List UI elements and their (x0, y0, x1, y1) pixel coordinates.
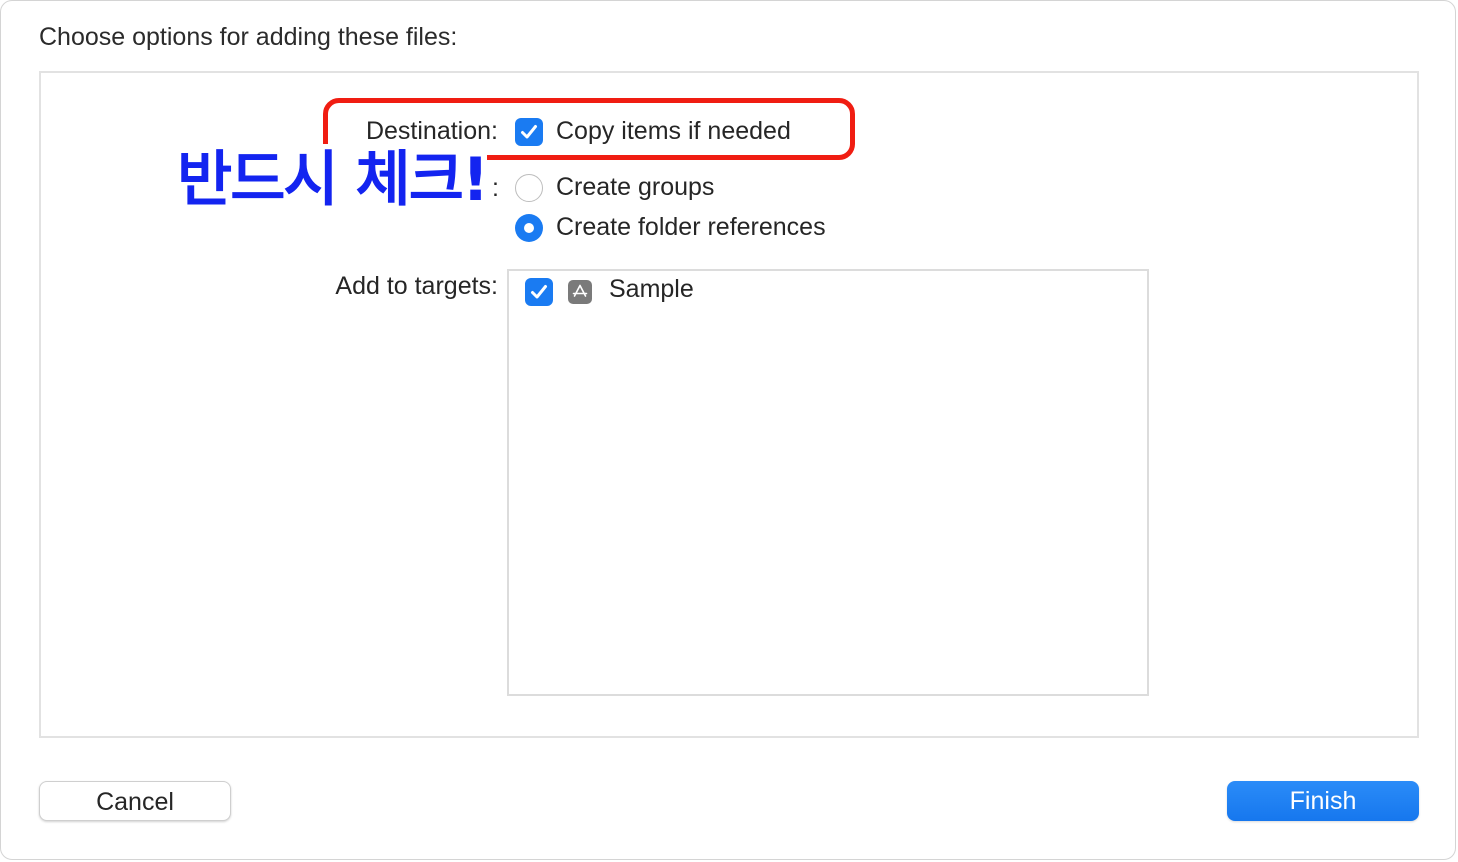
annotation-text: 반드시 체크! (177, 144, 487, 216)
dialog-title: Choose options for adding these files: (39, 23, 458, 51)
app-target-icon (568, 280, 592, 304)
add-to-targets-label: Add to targets: (335, 272, 498, 300)
target-sample-label[interactable]: Sample (609, 275, 694, 304)
checkmark-icon (531, 285, 547, 299)
target-sample-checkbox[interactable] (525, 278, 553, 306)
add-files-dialog: Choose options for adding these files: D… (0, 0, 1456, 860)
create-folder-references-radio[interactable] (515, 214, 543, 242)
finish-button[interactable]: Finish (1227, 781, 1419, 821)
create-groups-radio[interactable] (515, 174, 543, 202)
targets-list (507, 269, 1149, 696)
create-groups-label[interactable]: Create groups (556, 173, 714, 202)
create-folder-references-label[interactable]: Create folder references (556, 213, 826, 242)
cancel-button[interactable]: Cancel (39, 781, 231, 821)
